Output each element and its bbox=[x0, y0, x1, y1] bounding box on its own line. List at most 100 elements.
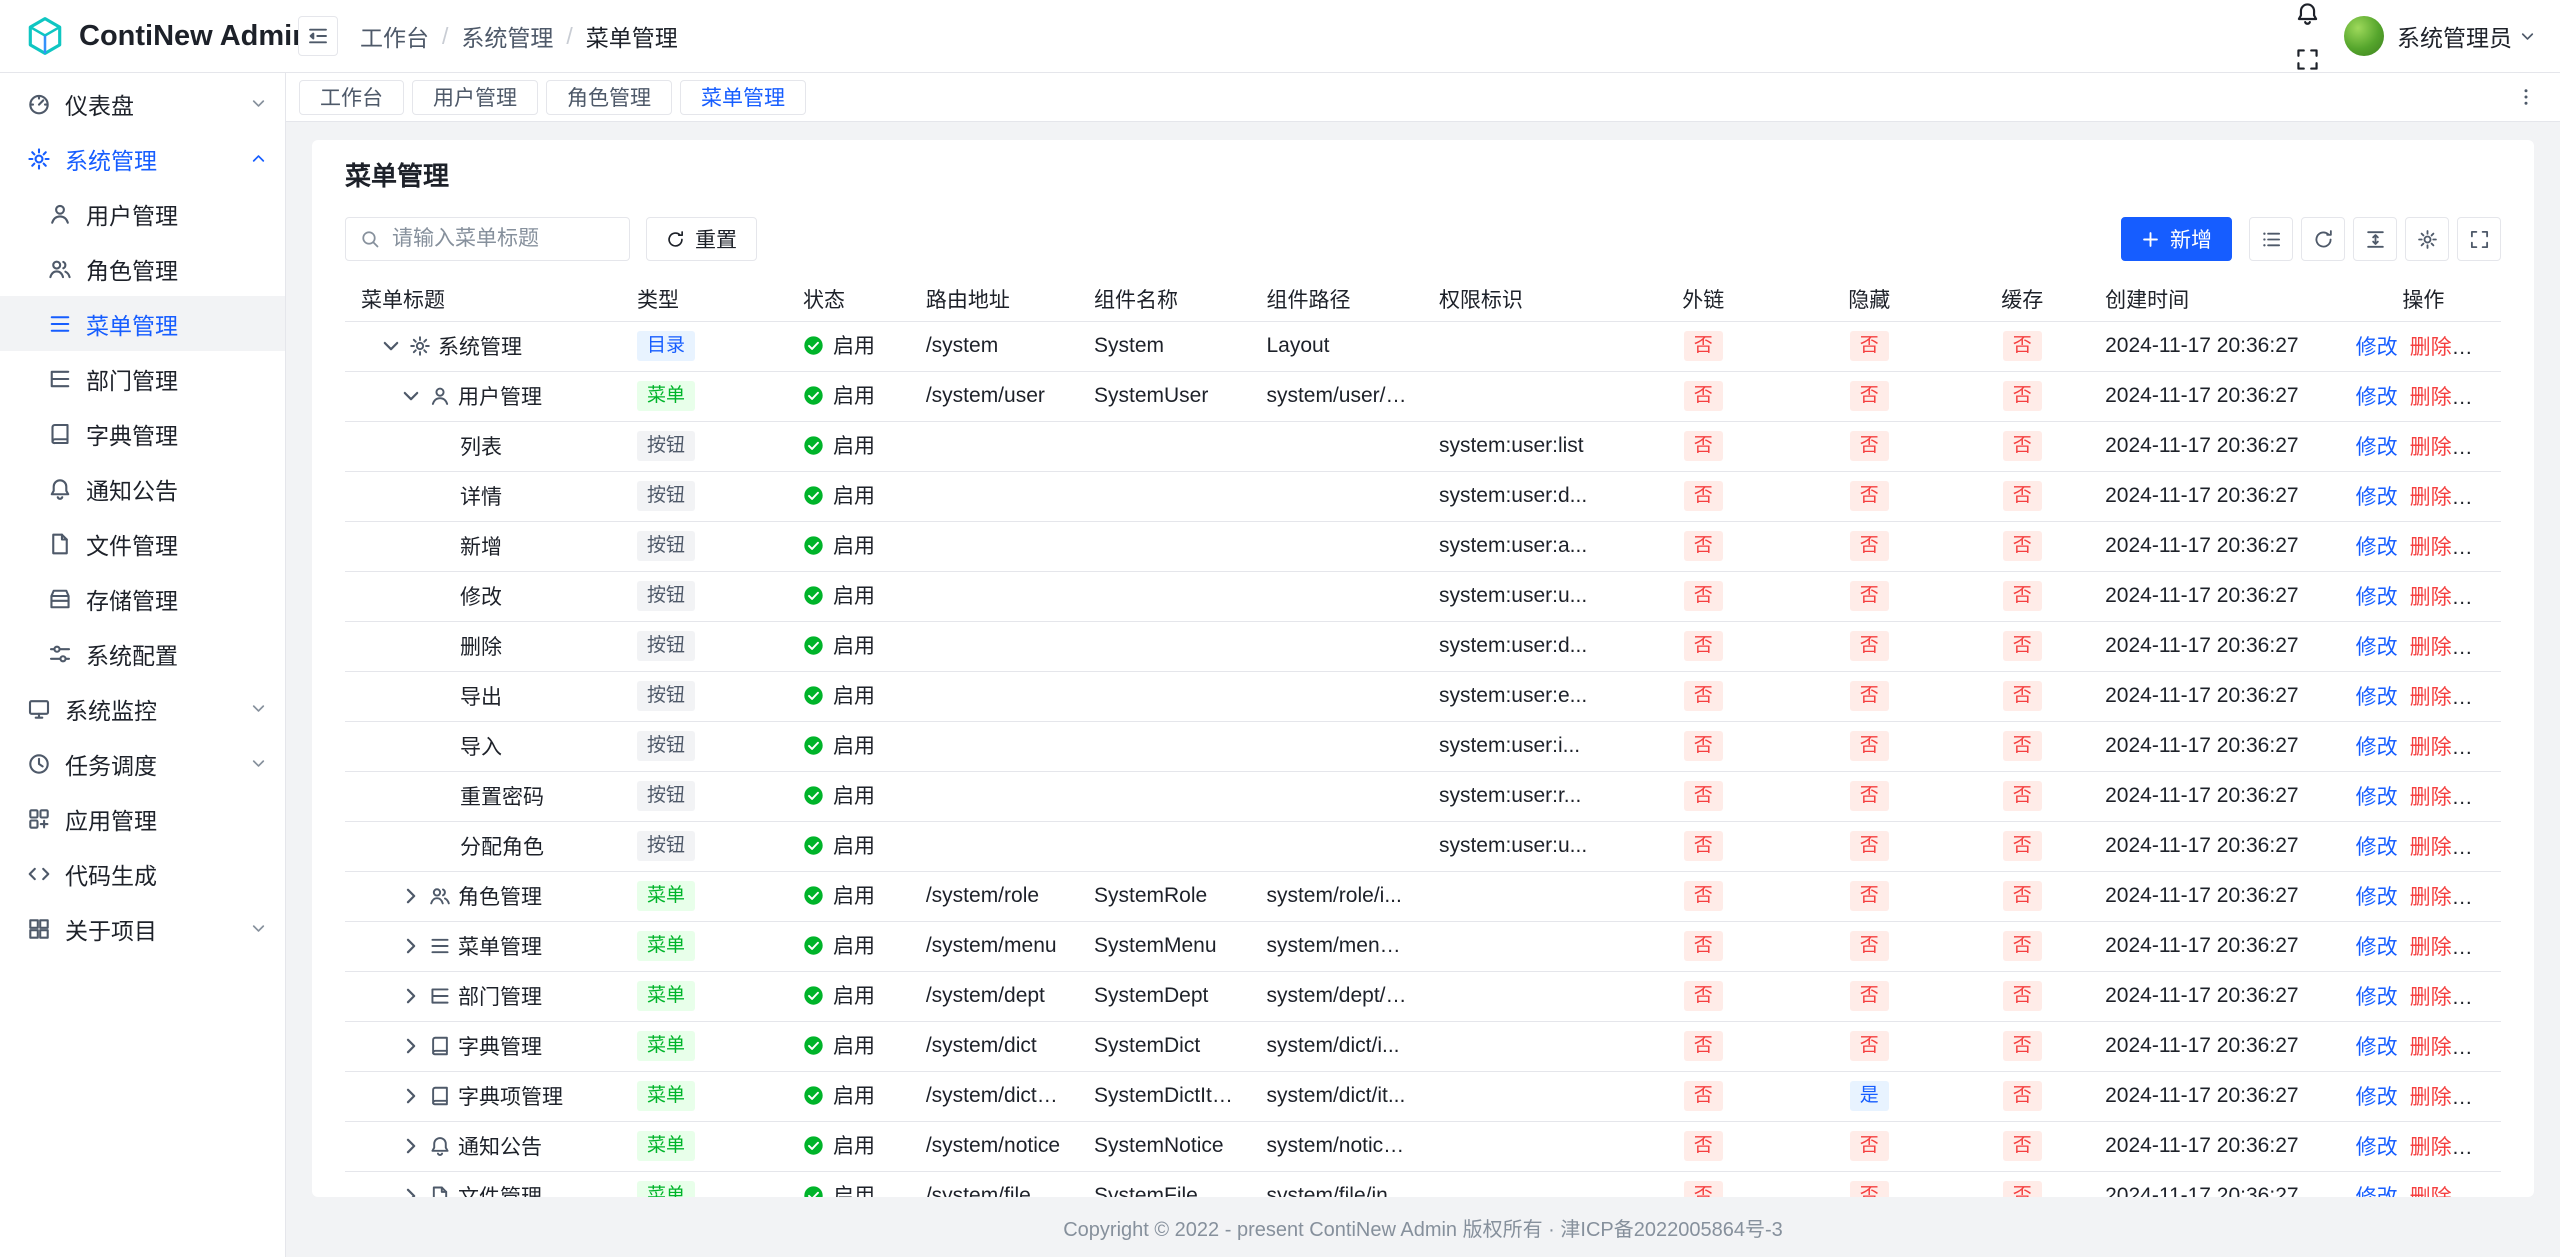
sidebar-item-monitor[interactable]: 系统监控 bbox=[0, 681, 285, 736]
delete-link[interactable]: 删除 bbox=[2410, 886, 2452, 909]
sidebar-item-config[interactable]: 系统配置 bbox=[0, 626, 285, 681]
row-expand-toggle[interactable] bbox=[400, 1035, 422, 1057]
delete-link[interactable]: 删除 bbox=[2410, 1086, 2452, 1109]
tab-user[interactable]: 用户管理 bbox=[412, 80, 538, 115]
permission-cell bbox=[1423, 1121, 1624, 1171]
delete-link[interactable]: 删除 bbox=[2410, 536, 2452, 559]
status-label: 启用 bbox=[833, 480, 875, 510]
modify-link[interactable]: 修改 bbox=[2356, 336, 2398, 359]
sidebar-item-file[interactable]: 文件管理 bbox=[0, 516, 285, 571]
sidebar-item-system[interactable]: 系统管理 bbox=[0, 131, 285, 186]
sidebar-item-menu[interactable]: 菜单管理 bbox=[0, 296, 285, 351]
sidebar-item-storage[interactable]: 存储管理 bbox=[0, 571, 285, 626]
modify-link[interactable]: 修改 bbox=[2356, 686, 2398, 709]
sidebar-item-dept[interactable]: 部门管理 bbox=[0, 351, 285, 406]
chevron-right-icon bbox=[400, 885, 422, 907]
tab-more-button[interactable] bbox=[2508, 79, 2544, 115]
avatar[interactable] bbox=[2344, 16, 2384, 56]
delete-link[interactable]: 删除 bbox=[2410, 1136, 2452, 1159]
row-expand-toggle[interactable] bbox=[400, 985, 422, 1007]
notifications-button[interactable] bbox=[2284, 0, 2330, 36]
sidebar-item-codegen[interactable]: 代码生成 bbox=[0, 846, 285, 901]
user-menu[interactable]: 系统管理员 bbox=[2397, 19, 2536, 53]
status-label: 启用 bbox=[833, 930, 875, 960]
delete-link[interactable]: 删除 bbox=[2410, 1036, 2452, 1059]
delete-link[interactable]: 删除 bbox=[2410, 1186, 2452, 1197]
modify-link[interactable]: 修改 bbox=[2356, 1086, 2398, 1109]
sidebar-item-notice[interactable]: 通知公告 bbox=[0, 461, 285, 516]
breadcrumb-item[interactable]: 菜单管理 bbox=[586, 19, 678, 53]
modify-link[interactable]: 修改 bbox=[2356, 536, 2398, 559]
modify-link[interactable]: 修改 bbox=[2356, 936, 2398, 959]
hidden-cell: 是 bbox=[1783, 1071, 1955, 1121]
status-cell: 启用 bbox=[787, 421, 910, 471]
reset-button[interactable]: 重置 bbox=[646, 217, 757, 261]
permission-cell bbox=[1423, 1071, 1624, 1121]
table-fullscreen-button[interactable] bbox=[2457, 217, 2501, 261]
app-title: ContiNew Admin bbox=[79, 20, 310, 53]
refresh-table-button[interactable] bbox=[2301, 217, 2345, 261]
modify-link[interactable]: 修改 bbox=[2356, 836, 2398, 859]
delete-link[interactable]: 删除 bbox=[2410, 486, 2452, 509]
delete-link[interactable]: 删除 bbox=[2410, 736, 2452, 759]
row-expand-toggle[interactable] bbox=[400, 1185, 422, 1197]
sidebar-item-user[interactable]: 用户管理 bbox=[0, 186, 285, 241]
modify-link[interactable]: 修改 bbox=[2356, 786, 2398, 809]
sidebar-item-dashboard[interactable]: 仪表盘 bbox=[0, 76, 285, 131]
breadcrumb-item[interactable]: 工作台 bbox=[360, 19, 429, 53]
delete-link[interactable]: 删除 bbox=[2410, 936, 2452, 959]
modify-link[interactable]: 修改 bbox=[2356, 436, 2398, 459]
modify-link[interactable]: 修改 bbox=[2356, 486, 2398, 509]
delete-link[interactable]: 删除 bbox=[2410, 336, 2452, 359]
delete-link[interactable]: 删除 bbox=[2410, 986, 2452, 1009]
sidebar-item-role[interactable]: 角色管理 bbox=[0, 241, 285, 296]
component-name-cell: SystemRole bbox=[1078, 871, 1250, 921]
modify-link[interactable]: 修改 bbox=[2356, 736, 2398, 759]
permission-cell bbox=[1423, 321, 1624, 371]
delete-link[interactable]: 删除 bbox=[2410, 386, 2452, 409]
modify-link[interactable]: 修改 bbox=[2356, 1136, 2398, 1159]
modify-link[interactable]: 修改 bbox=[2356, 636, 2398, 659]
row-expand-toggle[interactable] bbox=[400, 1135, 422, 1157]
sidebar-collapse-button[interactable] bbox=[298, 16, 338, 56]
row-expand-toggle[interactable] bbox=[400, 885, 422, 907]
add-button[interactable]: 新增 bbox=[2121, 217, 2232, 261]
status-label: 启用 bbox=[833, 1030, 875, 1060]
search-input[interactable] bbox=[390, 226, 615, 252]
delete-link[interactable]: 删除 bbox=[2410, 786, 2452, 809]
row-density-button[interactable] bbox=[2353, 217, 2397, 261]
modify-link[interactable]: 修改 bbox=[2356, 386, 2398, 409]
sidebar-item-app[interactable]: 应用管理 bbox=[0, 791, 285, 846]
type-badge: 菜单 bbox=[637, 1131, 695, 1161]
tab-menu[interactable]: 菜单管理 bbox=[680, 80, 806, 115]
delete-link[interactable]: 删除 bbox=[2410, 436, 2452, 459]
column-settings-button[interactable] bbox=[2405, 217, 2449, 261]
row-expand-toggle[interactable] bbox=[400, 935, 422, 957]
menu-management-card: 菜单管理 重置 新增 bbox=[312, 140, 2534, 1197]
hidden-cell: 否 bbox=[1783, 521, 1955, 571]
footer: Copyright © 2022 - present ContiNew Admi… bbox=[286, 1197, 2560, 1257]
modify-link[interactable]: 修改 bbox=[2356, 586, 2398, 609]
row-expand-toggle[interactable] bbox=[400, 1085, 422, 1107]
view-mode-button[interactable] bbox=[2249, 217, 2293, 261]
sidebar-item-schedule[interactable]: 任务调度 bbox=[0, 736, 285, 791]
delete-link[interactable]: 删除 bbox=[2410, 686, 2452, 709]
delete-link[interactable]: 删除 bbox=[2410, 836, 2452, 859]
delete-link[interactable]: 删除 bbox=[2410, 586, 2452, 609]
yes-no-badge: 否 bbox=[1684, 731, 1723, 761]
modify-link[interactable]: 修改 bbox=[2356, 886, 2398, 909]
row-expand-toggle[interactable] bbox=[400, 385, 422, 407]
sidebar-item-about[interactable]: 关于项目 bbox=[0, 901, 285, 956]
tab-role[interactable]: 角色管理 bbox=[546, 80, 672, 115]
sidebar-item-dict[interactable]: 字典管理 bbox=[0, 406, 285, 461]
modify-link[interactable]: 修改 bbox=[2356, 1186, 2398, 1197]
modify-link[interactable]: 修改 bbox=[2356, 986, 2398, 1009]
tab-workplace[interactable]: 工作台 bbox=[299, 80, 404, 115]
check-circle-icon bbox=[803, 1085, 824, 1106]
type-badge: 按钮 bbox=[637, 481, 695, 511]
cache-cell: 否 bbox=[1955, 321, 2089, 371]
row-expand-toggle[interactable] bbox=[380, 335, 402, 357]
breadcrumb-item[interactable]: 系统管理 bbox=[461, 19, 553, 53]
modify-link[interactable]: 修改 bbox=[2356, 1036, 2398, 1059]
delete-link[interactable]: 删除 bbox=[2410, 636, 2452, 659]
